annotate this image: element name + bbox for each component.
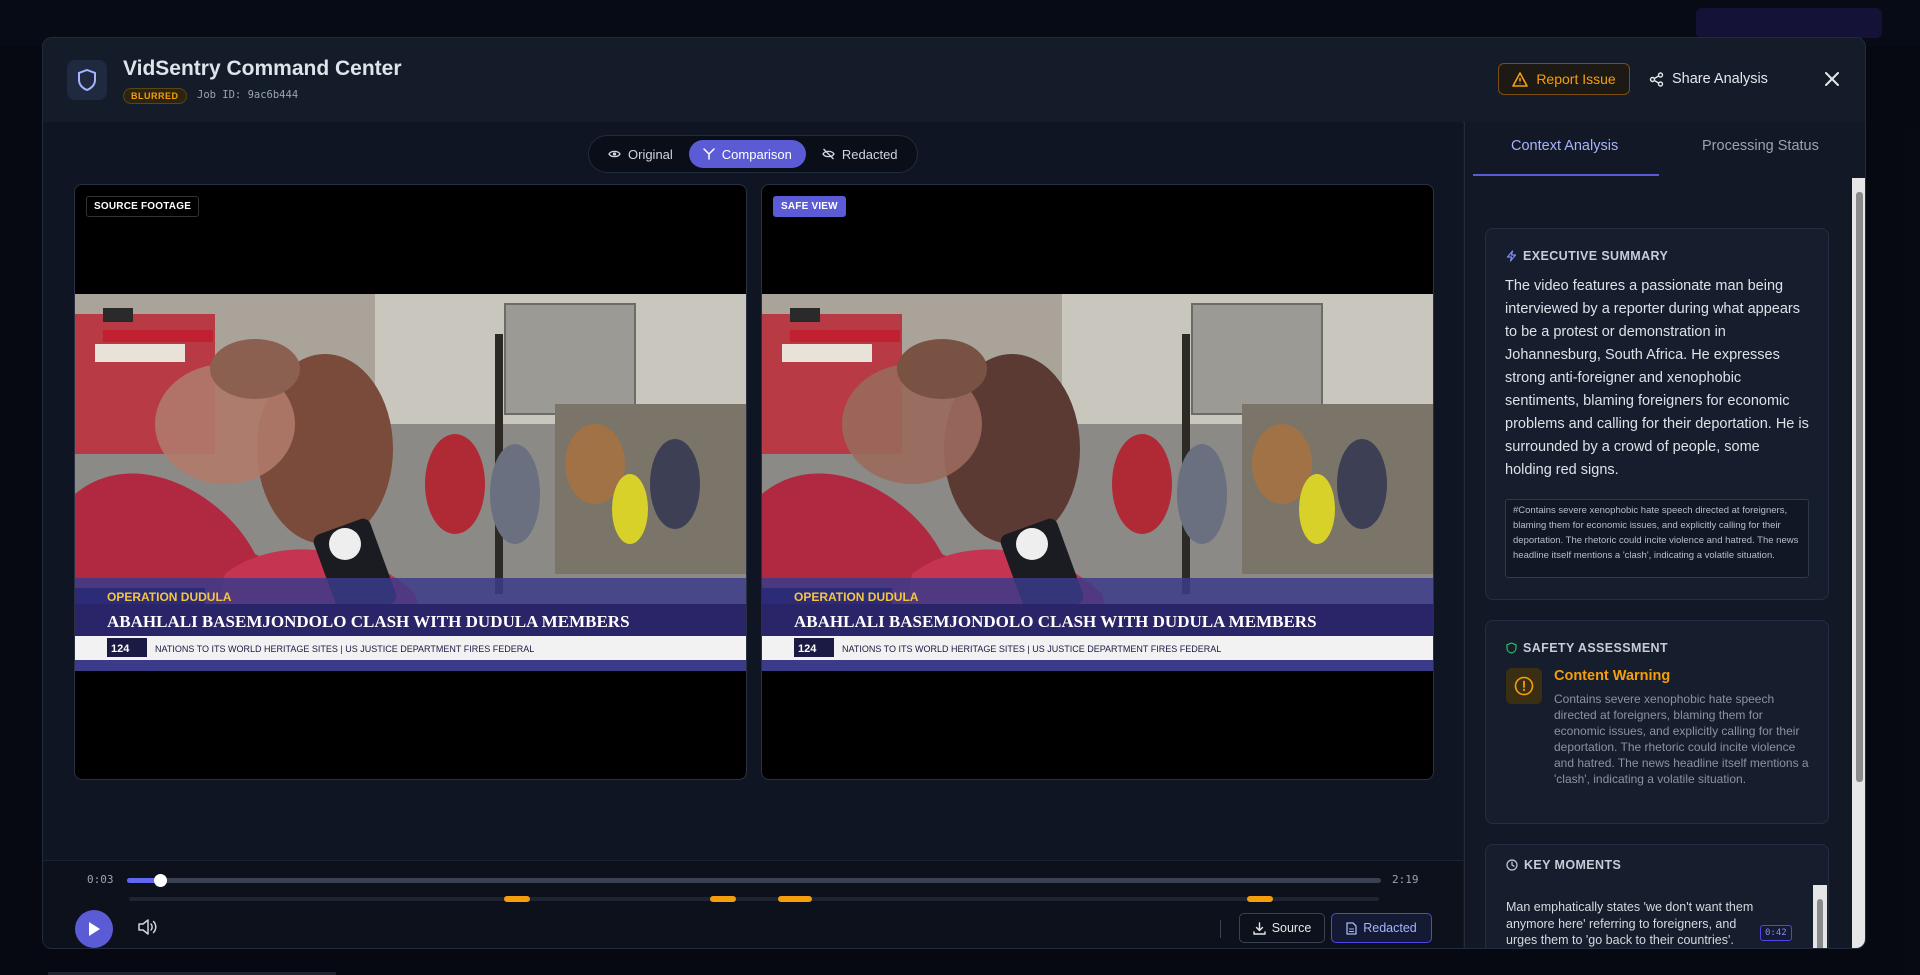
safe-video-pane[interactable]: OPERATION DUDULA ABAHLALI BASEMJONDOLO C… xyxy=(761,184,1434,780)
headline-text: ABAHLALI BASEMJONDOLO CLASH WITH DUDULA … xyxy=(794,612,1317,631)
play-icon xyxy=(89,922,100,936)
shield-check-icon xyxy=(1506,642,1517,654)
summary-note-textbox[interactable]: #Contains severe xenophobic hate speech … xyxy=(1505,499,1809,578)
eye-off-icon xyxy=(822,148,835,160)
play-button[interactable] xyxy=(75,910,113,948)
player-controls: 0:03 2:19 Source Redacted xyxy=(43,860,1463,948)
download-redacted-button[interactable]: Redacted xyxy=(1331,913,1432,943)
headline-text: ABAHLALI BASEMJONDOLO CLASH WITH DUDULA … xyxy=(107,612,630,631)
status-badge: BLURRED xyxy=(123,88,187,104)
modal-title: VidSentry Command Center xyxy=(123,57,402,80)
source-video-pane[interactable]: OPERATION DUDULA ABAHLALI BASEMJONDOLO C… xyxy=(74,184,747,780)
moment-marker[interactable] xyxy=(709,896,736,902)
duration: 2:19 xyxy=(1392,873,1419,886)
source-footage-label: SOURCE FOOTAGE xyxy=(86,196,200,217)
share-analysis-label: Share Analysis xyxy=(1672,71,1768,87)
channel-number: 124 xyxy=(798,643,817,655)
volume-icon[interactable] xyxy=(137,918,157,941)
share-icon xyxy=(1649,71,1664,87)
report-issue-label: Report Issue xyxy=(1536,71,1616,87)
safety-assessment-title: SAFETY ASSESSMENT xyxy=(1523,641,1669,655)
seek-bar[interactable] xyxy=(127,874,1381,887)
download-source-label: Source xyxy=(1271,921,1312,935)
tab-context-analysis[interactable]: Context Analysis xyxy=(1511,138,1618,154)
analysis-modal: VidSentry Command Center BLURRED Job ID:… xyxy=(42,37,1866,949)
shield-icon xyxy=(67,60,107,100)
seek-thumb[interactable] xyxy=(153,874,167,887)
lower-third-tag: OPERATION DUDULA xyxy=(107,590,232,604)
channel-number: 124 xyxy=(111,643,130,655)
key-moments-title: KEY MOMENTS xyxy=(1524,858,1622,872)
close-icon[interactable] xyxy=(1819,66,1845,92)
sidebar-tabs: Context Analysis Processing Status xyxy=(1465,122,1865,178)
tab-processing-status[interactable]: Processing Status xyxy=(1702,138,1819,154)
controls-divider xyxy=(1220,920,1221,938)
download-redacted-label: Redacted xyxy=(1363,921,1417,935)
key-moments-scrollbar[interactable] xyxy=(1813,885,1827,948)
key-moments-list: Man emphatically states 'we don't want t… xyxy=(1487,885,1827,948)
executive-summary-title: EXECUTIVE SUMMARY xyxy=(1523,249,1669,263)
ticker-text: NATIONS TO ITS WORLD HERITAGE SITES | US… xyxy=(842,644,1221,654)
key-moment-item[interactable]: Man emphatically states 'we don't want t… xyxy=(1506,899,1756,948)
key-moment-timestamp[interactable]: 0:42 xyxy=(1760,925,1792,941)
report-issue-button[interactable]: Report Issue xyxy=(1498,63,1630,95)
ticker-text: NATIONS TO ITS WORLD HERITAGE SITES | US… xyxy=(155,644,534,654)
view-mode-toggle: Original Comparison Redacted xyxy=(588,135,918,173)
safety-assessment-heading: SAFETY ASSESSMENT xyxy=(1506,641,1668,655)
executive-summary-heading: EXECUTIVE SUMMARY xyxy=(1506,249,1668,263)
lower-third-tag: OPERATION DUDULA xyxy=(794,590,919,604)
modal-header: VidSentry Command Center BLURRED Job ID:… xyxy=(43,38,1865,123)
summary-text: The video features a passionate man bein… xyxy=(1505,278,1809,478)
moment-marker[interactable] xyxy=(1247,896,1274,902)
analysis-sidebar: Context Analysis Processing Status EXECU… xyxy=(1464,122,1865,948)
active-tab-indicator xyxy=(1473,174,1659,176)
video-area: Original Comparison Redacted OPERATION D… xyxy=(43,122,1463,948)
view-redacted-button[interactable]: Redacted xyxy=(808,140,912,168)
view-redacted-label: Redacted xyxy=(841,146,898,162)
content-warning-text: Contains severe xenophobic hate speech d… xyxy=(1554,692,1809,786)
moment-marker[interactable] xyxy=(503,896,530,902)
split-icon xyxy=(703,148,715,160)
video-frame-redacted: OPERATION DUDULA ABAHLALI BASEMJONDOLO C… xyxy=(762,294,1433,671)
view-original-label: Original xyxy=(628,146,673,162)
view-comparison-button[interactable]: Comparison xyxy=(688,140,806,168)
view-original-button[interactable]: Original xyxy=(594,140,687,168)
clock-icon xyxy=(1506,859,1518,871)
safety-assessment-card: SAFETY ASSESSMENT Content Warning Contai… xyxy=(1485,620,1829,824)
warning-triangle-icon xyxy=(1512,71,1529,87)
content-warning-title: Content Warning xyxy=(1554,668,1671,684)
file-icon xyxy=(1346,921,1357,935)
key-moments-heading: KEY MOMENTS xyxy=(1506,858,1621,872)
executive-summary-card: EXECUTIVE SUMMARY The video features a p… xyxy=(1485,228,1829,600)
current-time: 0:03 xyxy=(87,873,114,886)
bolt-icon xyxy=(1506,250,1517,262)
video-frame: OPERATION DUDULA ABAHLALI BASEMJONDOLO C… xyxy=(75,294,746,671)
download-icon xyxy=(1252,921,1266,935)
eye-icon xyxy=(608,150,621,158)
download-source-button[interactable]: Source xyxy=(1239,913,1325,943)
key-moments-card: KEY MOMENTS Man emphatically states 'we … xyxy=(1485,844,1829,948)
sidebar-scrollbar-thumb[interactable] xyxy=(1856,192,1863,782)
view-comparison-label: Comparison xyxy=(721,146,792,162)
job-id: Job ID: 9ac6b444 xyxy=(197,89,299,101)
alert-circle-icon xyxy=(1506,668,1542,704)
share-analysis-button[interactable]: Share Analysis xyxy=(1649,63,1768,95)
sidebar-scrollbar[interactable] xyxy=(1852,178,1865,948)
moment-marker[interactable] xyxy=(778,896,813,902)
moment-markers-track xyxy=(129,896,1379,902)
safe-view-label: SAFE VIEW xyxy=(773,196,846,217)
